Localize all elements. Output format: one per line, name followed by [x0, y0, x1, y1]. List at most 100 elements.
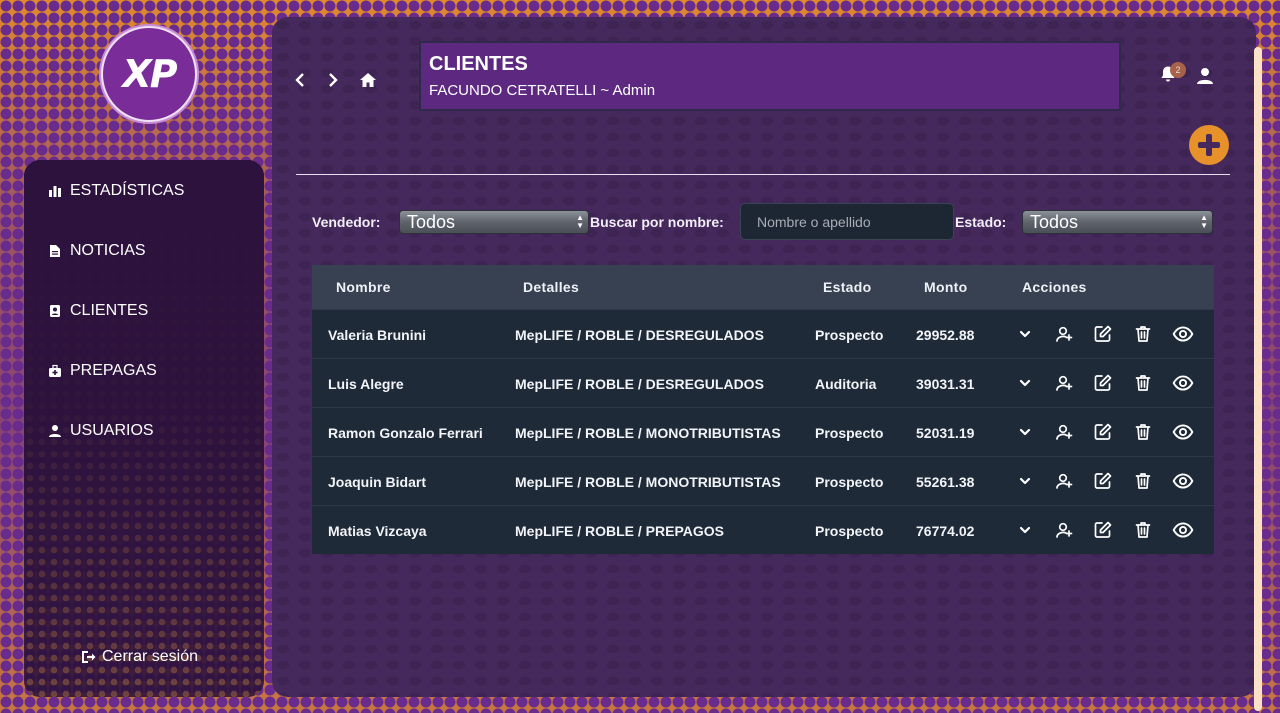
table-header: Nombre Detalles Estado Monto Acciones — [312, 265, 1214, 309]
cell-detalles: MepLIFE / ROBLE / DESREGULADOS — [515, 327, 764, 343]
cell-estado: Prospecto — [815, 523, 884, 539]
scrollbar-thumb[interactable] — [1254, 47, 1262, 711]
table-row: Luis Alegre MepLIFE / ROBLE / DESREGULAD… — [312, 358, 1214, 407]
home-button[interactable] — [355, 67, 381, 93]
column-header-acciones: Acciones — [1022, 279, 1087, 295]
edit-button[interactable] — [1092, 519, 1114, 541]
select-arrows-icon: ▲ ▼ — [1200, 213, 1208, 230]
expand-button[interactable] — [1014, 421, 1036, 443]
back-button[interactable] — [287, 67, 313, 93]
cell-monto: 55261.38 — [916, 474, 975, 490]
cell-monto: 39031.31 — [916, 376, 975, 392]
sidebar-item-label: USUARIOS — [70, 422, 154, 439]
sidebar-item-label: ESTADÍSTICAS — [70, 182, 185, 199]
profile-button[interactable] — [1196, 67, 1216, 87]
vendedor-value: Todos — [407, 212, 456, 232]
column-header-nombre: Nombre — [336, 279, 391, 295]
cell-estado: Auditoria — [815, 376, 877, 392]
table-row: Joaquin Bidart MepLIFE / ROBLE / MONOTRI… — [312, 456, 1214, 505]
cell-detalles: MepLIFE / ROBLE / MONOTRIBUTISTAS — [515, 425, 781, 441]
notification-badge: 2 — [1170, 62, 1186, 78]
estado-select[interactable]: Todos ▲ ▼ — [1022, 210, 1213, 234]
edit-button[interactable] — [1092, 470, 1114, 492]
sidebar-item-prepagas[interactable]: PREPAGAS — [48, 356, 157, 386]
table-row: Ramon Gonzalo Ferrari MepLIFE / ROBLE / … — [312, 407, 1214, 456]
cell-nombre: Joaquin Bidart — [328, 474, 427, 490]
user-plus-icon — [1056, 473, 1073, 489]
assign-user-button[interactable] — [1053, 519, 1075, 541]
assign-user-button[interactable] — [1053, 372, 1075, 394]
bar-chart-icon — [49, 186, 61, 197]
edit-icon — [1094, 423, 1112, 440]
view-button[interactable] — [1172, 372, 1194, 394]
user-plus-icon — [1056, 375, 1073, 391]
assign-user-button[interactable] — [1053, 421, 1075, 443]
expand-button[interactable] — [1014, 323, 1036, 345]
trash-icon — [1135, 522, 1151, 538]
forward-button[interactable] — [320, 67, 346, 93]
column-header-estado: Estado — [823, 279, 872, 295]
cell-detalles: MepLIFE / ROBLE / PREPAGOS — [515, 523, 724, 539]
cell-monto: 76774.02 — [916, 523, 975, 539]
scrollbar[interactable] — [1253, 17, 1263, 711]
cell-estado: Prospecto — [815, 425, 884, 441]
estado-label: Estado: — [955, 214, 1007, 230]
edit-button[interactable] — [1092, 323, 1114, 345]
sidebar-item-usuarios[interactable]: USUARIOS — [48, 416, 154, 446]
cell-nombre: Valeria Brunini — [328, 327, 427, 343]
delete-button[interactable] — [1132, 323, 1154, 345]
sidebar-item-clientes[interactable]: CLIENTES — [48, 296, 148, 326]
search-label: Buscar por nombre: — [590, 214, 724, 230]
view-button[interactable] — [1172, 421, 1194, 443]
edit-button[interactable] — [1092, 421, 1114, 443]
chevron-left-icon — [295, 73, 304, 87]
cell-estado: Prospecto — [815, 474, 884, 490]
cell-monto: 52031.19 — [916, 425, 975, 441]
user-plus-icon — [1056, 522, 1073, 538]
expand-button[interactable] — [1014, 470, 1036, 492]
eye-icon — [1172, 326, 1194, 342]
view-button[interactable] — [1172, 323, 1194, 345]
sidebar-item-label: CLIENTES — [70, 302, 149, 319]
edit-icon — [1094, 374, 1112, 391]
cell-nombre: Luis Alegre — [328, 376, 404, 392]
user-icon — [49, 425, 61, 437]
column-header-detalles: Detalles — [523, 279, 580, 295]
sidebar-item-label: NOTICIAS — [70, 242, 146, 259]
user-plus-icon — [1056, 424, 1073, 440]
edit-button[interactable] — [1092, 372, 1114, 394]
delete-button[interactable] — [1132, 421, 1154, 443]
app-logo: XP — [101, 26, 197, 122]
notifications-button[interactable]: 2 — [1159, 62, 1186, 87]
home-icon — [360, 73, 376, 87]
add-client-button[interactable] — [1189, 125, 1229, 165]
estado-value: Todos — [1030, 212, 1079, 232]
logout-button[interactable]: Cerrar sesión — [80, 648, 198, 666]
trash-icon — [1135, 375, 1151, 391]
table-row: Matias Vizcaya MepLIFE / ROBLE / PREPAGO… — [312, 505, 1214, 554]
chevron-down-icon — [1019, 526, 1031, 534]
delete-button[interactable] — [1132, 470, 1154, 492]
select-arrows-icon: ▲ ▼ — [576, 213, 584, 230]
view-button[interactable] — [1172, 470, 1194, 492]
vendedor-select[interactable]: Todos ▲ ▼ — [399, 210, 589, 234]
trash-icon — [1135, 424, 1151, 440]
delete-button[interactable] — [1132, 372, 1154, 394]
trash-icon — [1135, 473, 1151, 489]
assign-user-button[interactable] — [1053, 323, 1075, 345]
sidebar-item-noticias[interactable]: NOTICIAS — [48, 236, 146, 266]
assign-user-button[interactable] — [1053, 470, 1075, 492]
expand-button[interactable] — [1014, 372, 1036, 394]
delete-button[interactable] — [1132, 519, 1154, 541]
vendedor-label: Vendedor: — [312, 214, 381, 230]
page-subtitle: FACUNDO CETRATELLI ~ Admin — [429, 82, 656, 99]
chevron-down-icon — [1019, 379, 1031, 387]
sidebar-item-estadisticas[interactable]: ESTADÍSTICAS — [48, 176, 184, 206]
edit-icon — [1094, 325, 1112, 342]
cell-estado: Prospecto — [815, 327, 884, 343]
search-input[interactable] — [740, 203, 954, 240]
expand-button[interactable] — [1014, 519, 1036, 541]
edit-icon — [1094, 472, 1112, 489]
view-button[interactable] — [1172, 519, 1194, 541]
cell-detalles: MepLIFE / ROBLE / MONOTRIBUTISTAS — [515, 474, 781, 490]
